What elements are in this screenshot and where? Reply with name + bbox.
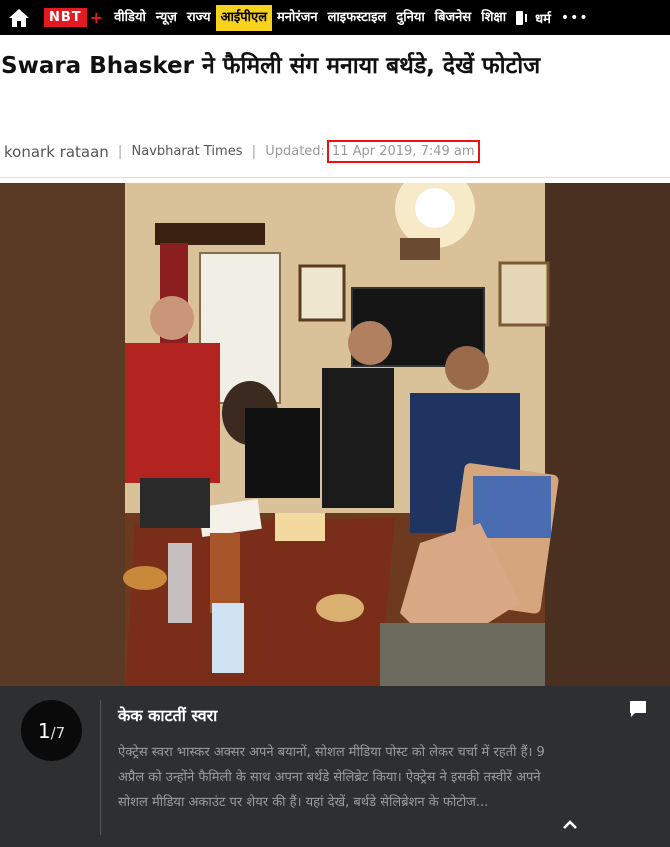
- mobile-icon[interactable]: [515, 9, 531, 27]
- nav-item-video[interactable]: वीडियो: [109, 0, 151, 35]
- logo-plus: +: [89, 8, 104, 27]
- nav-item-state[interactable]: राज्य: [182, 0, 216, 35]
- article-headline: Swara Bhasker ने फैमिली संग मनाया बर्थडे…: [1, 53, 541, 79]
- nav-item-entertainment[interactable]: मनोरंजन: [272, 0, 323, 35]
- more-menu-icon[interactable]: •••: [561, 10, 589, 26]
- chevron-up-icon[interactable]: [560, 815, 580, 835]
- caption-text: ऐक्ट्रेस स्वरा भास्कर अक्सर अपने बयानों,…: [118, 745, 545, 810]
- home-button[interactable]: [0, 0, 38, 35]
- author-name[interactable]: konark rataan: [4, 143, 109, 161]
- nav-item-ipl[interactable]: आईपीएल: [215, 4, 273, 31]
- nav-item-education[interactable]: शिक्षा: [476, 0, 511, 35]
- byline: konark rataan | Navbharat Times | Update…: [4, 140, 480, 163]
- caption-divider: [100, 700, 101, 835]
- divider: [0, 177, 670, 178]
- gallery-photo[interactable]: [0, 183, 670, 686]
- slide-total: /7: [50, 723, 66, 742]
- updated-date: 11 Apr 2019, 7:49 am: [326, 140, 480, 163]
- byline-separator: |: [117, 143, 123, 160]
- comment-icon[interactable]: [628, 699, 648, 719]
- slide-counter: 1 /7: [21, 700, 82, 761]
- slide-current: 1: [37, 718, 51, 743]
- source-name: Navbharat Times: [131, 144, 243, 159]
- updated-label: Updated:: [265, 144, 325, 159]
- nav-item-lifestyle[interactable]: लाइफस्टाइल: [323, 0, 392, 35]
- top-nav-bar: NBT + वीडियो न्यूज़ राज्य आईपीएल मनोरंजन…: [0, 0, 670, 35]
- logo-text: NBT: [44, 8, 87, 27]
- nav-item-world[interactable]: दुनिया: [391, 0, 429, 35]
- nav-item-news[interactable]: न्यूज़: [151, 0, 182, 35]
- nav-item-religion[interactable]: धर्म: [535, 9, 551, 27]
- home-icon: [9, 8, 29, 27]
- nbt-logo[interactable]: NBT +: [44, 0, 103, 35]
- nav-menu: वीडियो न्यूज़ राज्य आईपीएल मनोरंजन लाइफस…: [109, 0, 511, 35]
- photo-illustration: [0, 183, 670, 686]
- nav-item-business[interactable]: बिजनेस: [430, 0, 476, 35]
- byline-separator: |: [251, 143, 257, 160]
- caption-title: केक काटतीं स्वरा: [118, 706, 218, 725]
